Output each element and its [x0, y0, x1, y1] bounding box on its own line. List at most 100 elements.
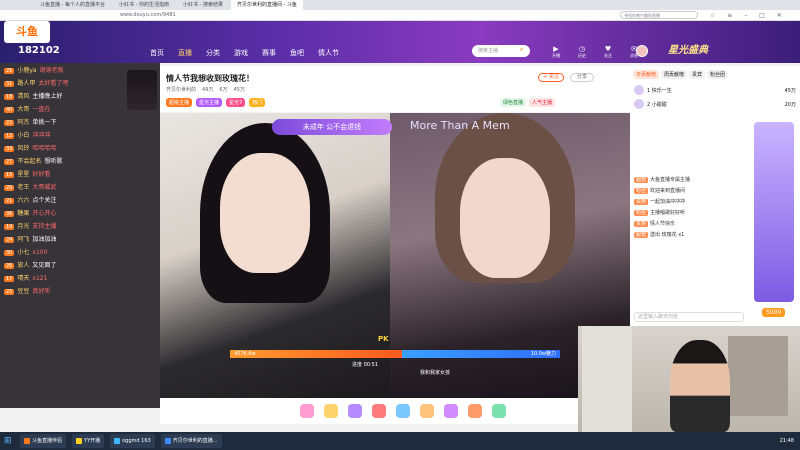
webcam-person	[670, 340, 730, 432]
level-badge: 29	[4, 185, 15, 191]
webcam-overlay	[578, 326, 800, 432]
gift-icon[interactable]	[348, 404, 362, 418]
anchor-name[interactable]: 齐贝尔世利的	[166, 86, 196, 93]
tab-vip[interactable]: 贵宾	[689, 70, 706, 79]
room-tag: 人气主播	[529, 98, 556, 107]
tab-fans[interactable]: 粉丝团	[707, 70, 729, 79]
browser-tab-active[interactable]: 齐贝尔世利的直播间 - 斗鱼	[230, 0, 303, 10]
chat-username[interactable]: 星星	[17, 171, 29, 178]
follow-button[interactable]: + 关注	[538, 73, 564, 82]
taskbar-item[interactable]: oggmd 163	[110, 434, 155, 448]
chat-text: 哈哈哈哈	[32, 145, 57, 152]
nav-item-games[interactable]: 游戏	[234, 48, 248, 58]
tab-weekly[interactable]: 周贡献榜	[661, 70, 688, 79]
video-player[interactable]: 未成年 公不会退钱 More Than A Mem PK 4076.6w 10.…	[160, 113, 630, 398]
chat-message: 31 路人甲 太好看了吧	[0, 76, 160, 89]
chat-message: 30 小七 x100	[0, 245, 160, 258]
nav-item-valentine[interactable]: 情人节	[318, 48, 339, 58]
taskbar-label: oggmd 163	[122, 438, 151, 444]
chat-username[interactable]: 老王	[17, 184, 29, 191]
level-badge: 19	[4, 224, 15, 230]
nav-item-forum[interactable]: 鱼吧	[290, 48, 304, 58]
level-badge: 12	[4, 133, 15, 139]
list-item[interactable]: 2 小甜甜 20万	[630, 97, 800, 111]
chat-username[interactable]: 月光	[17, 223, 29, 230]
gift-icon[interactable]	[300, 404, 314, 418]
chat-text: 好好看	[32, 171, 51, 178]
nav-item-events[interactable]: 赛事	[262, 48, 276, 58]
room-stat: 49万	[202, 87, 214, 93]
nav-item-live[interactable]: 直播	[178, 48, 192, 58]
gift-icon[interactable]	[492, 404, 506, 418]
chat-username[interactable]: 大哥	[17, 106, 29, 113]
room-badges: 超级主播 星光主播 星光7 热门	[166, 98, 266, 107]
search-icon[interactable]: ⌕	[520, 46, 523, 54]
chat-message: 21 六六 点个关注	[0, 193, 160, 206]
gift-icon[interactable]	[468, 404, 482, 418]
status-badge: 星光7	[226, 98, 246, 107]
level-badge: 17	[4, 276, 15, 282]
avatar	[634, 85, 644, 95]
chat-input[interactable]: 这里输入聊天内容	[634, 312, 744, 322]
gift-icon[interactable]	[324, 404, 338, 418]
browser-tab[interactable]: 斗鱼直播 - 每个人的直播平台	[34, 0, 111, 10]
chat-message: 粉丝 欢迎来到直播间	[632, 185, 752, 196]
chat-message: 25 小鹿ya 谢谢老板	[0, 63, 160, 76]
taskbar-item[interactable]: YY开播	[72, 434, 105, 448]
chat-text: 一直在	[32, 106, 51, 113]
chat-message: 29 老王 大哥威武	[0, 180, 160, 193]
avatar[interactable]	[636, 45, 648, 57]
nav-item-home[interactable]: 首页	[150, 48, 164, 58]
url-field[interactable]: www.douyu.com/9481	[120, 11, 176, 20]
browser-search-input[interactable]: 寻找你感兴趣的直播	[620, 11, 698, 19]
level-badge: 24	[4, 237, 15, 243]
taskbar-item[interactable]: 齐贝尔世利的直播...	[160, 434, 222, 448]
follow-icon[interactable]: ♥ 关注	[600, 45, 616, 59]
chat-username[interactable]: 路人甲	[17, 80, 35, 87]
chat-tag: 超管	[634, 177, 649, 183]
chat-username[interactable]: 豆豆	[17, 288, 29, 295]
site-logo[interactable]: 斗鱼	[4, 21, 50, 43]
chat-username[interactable]: 阿飞	[17, 236, 29, 243]
chat-username[interactable]: 旅人	[17, 262, 29, 269]
chat-username[interactable]: 六六	[17, 197, 29, 204]
level-badge: 15	[4, 172, 15, 178]
level-badge: 18	[4, 94, 15, 100]
chat-username[interactable]: 小鹿ya	[17, 67, 36, 74]
share-button[interactable]: 分享	[570, 73, 594, 82]
broadcast-icon[interactable]: ▶ 开播	[548, 45, 564, 59]
room-meta: 齐贝尔世利的 49万 6万 45万	[166, 86, 245, 93]
browser-tab[interactable]: 小红书 - 搜索结果	[177, 0, 229, 10]
gift-icon[interactable]	[372, 404, 386, 418]
browser-tab[interactable]: 小红书 - 你的生活指南	[113, 0, 175, 10]
chat-text: 一起加油冲冲冲	[650, 199, 686, 205]
level-badge: 22	[4, 120, 15, 126]
chat-username[interactable]: 小白	[17, 132, 29, 139]
nav-item-category[interactable]: 分类	[206, 48, 220, 58]
chat-text: 单挑一下	[32, 119, 57, 126]
chat-username[interactable]: 风铃	[17, 145, 29, 152]
tab-daily[interactable]: 日贡献榜	[633, 70, 660, 79]
history-icon[interactable]: ◷ 历史	[574, 45, 590, 59]
taskbar-item[interactable]: 斗鱼直播伴侣	[20, 434, 67, 448]
chat-text: 又见面了	[32, 262, 57, 269]
chat-username[interactable]: 不会起名	[17, 158, 41, 165]
list-item[interactable]: 1 快乐一生 45万	[630, 83, 800, 97]
chat-username[interactable]: 阿杰	[17, 119, 29, 126]
chat-username[interactable]: 清风	[17, 93, 29, 100]
rank-name: 1 快乐一生	[647, 87, 672, 94]
chat-username[interactable]: 小七	[17, 249, 29, 256]
event-banner[interactable]: 星光盛典	[668, 41, 708, 56]
browser-window-controls[interactable]: ☆ ≡ – □ ✕	[710, 10, 787, 21]
promo-banner[interactable]	[754, 122, 794, 302]
chat-username[interactable]: 晴天	[17, 275, 29, 282]
pk-progress-bar: 4076.6w 10.0w魅力	[230, 350, 560, 358]
gift-icon[interactable]	[396, 404, 410, 418]
gift-icon[interactable]	[444, 404, 458, 418]
chat-message: 26 旅人 又见面了	[0, 258, 160, 271]
chat-text: 大哥威武	[32, 184, 57, 191]
gift-icon[interactable]	[420, 404, 434, 418]
windows-start-icon[interactable]: ⊞	[4, 436, 14, 446]
app-icon	[24, 438, 30, 444]
chat-username[interactable]: 糖果	[17, 210, 29, 217]
